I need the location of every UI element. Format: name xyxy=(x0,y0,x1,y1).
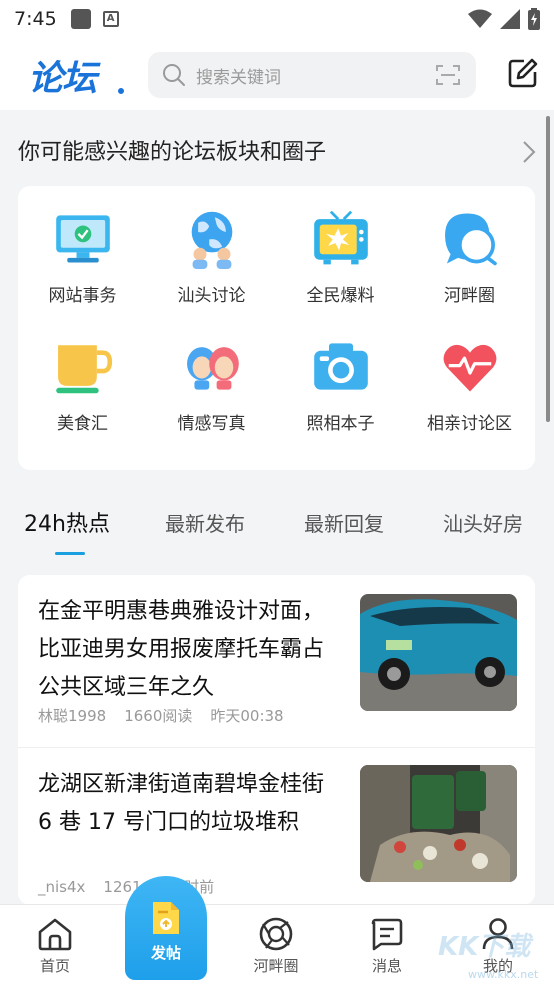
category-item[interactable]: 网站事务 xyxy=(18,186,147,306)
nav-home[interactable]: 首页 xyxy=(15,917,95,976)
tab-hot[interactable]: 24h热点 xyxy=(24,506,110,538)
post-title: 龙湖区新津街道南碧埠金桂街 6 巷 17 号门口的垃圾堆积 xyxy=(38,772,325,835)
post-thumbnail xyxy=(360,594,517,711)
category-item[interactable]: 相亲讨论区 xyxy=(405,314,534,434)
tab-latest-reply[interactable]: 最新回复 xyxy=(304,508,384,537)
category-item[interactable]: 全民爆料 xyxy=(276,186,405,306)
wifi-icon xyxy=(468,9,492,28)
watermark: KK下载 xyxy=(438,932,531,962)
cup-icon xyxy=(55,345,112,394)
edit-post-icon[interactable] xyxy=(508,58,538,88)
new-post-label: 发帖 xyxy=(150,944,181,962)
category-label: 网站事务 xyxy=(48,286,117,306)
category-item[interactable]: 汕头讨论 xyxy=(147,186,276,306)
section-title: 你可能感兴趣的论坛板块和圈子 xyxy=(18,140,327,165)
nav-home-label: 首页 xyxy=(39,957,70,975)
nav-circle[interactable]: 河畔圈 xyxy=(236,917,316,976)
nav-circle-label: 河畔圈 xyxy=(253,957,299,975)
message-icon xyxy=(371,918,403,951)
tab-shantou-house[interactable]: 汕头好房 xyxy=(443,508,523,537)
signal-icon xyxy=(500,9,520,29)
nav-messages-label: 消息 xyxy=(371,957,402,975)
post-list: 在金平明惠巷典雅设计对面，比亚迪男女用报废摩托车霸占公共区域三年之久 林聪199… xyxy=(18,575,535,905)
heart-pulse-icon xyxy=(443,344,496,392)
scrollbar[interactable] xyxy=(546,116,550,422)
watermark-url: www.kkx.net xyxy=(468,968,539,981)
post-item[interactable]: 在金平明惠巷典雅设计对面，比亚迪男女用报废摩托车霸占公共区域三年之久 林聪199… xyxy=(18,575,535,748)
home-icon xyxy=(38,918,72,951)
keyboard-notification-icon: A xyxy=(102,11,119,27)
couple-icon xyxy=(186,347,239,390)
post-author: _nis4x xyxy=(38,878,86,896)
chat-bubble-icon xyxy=(444,213,497,266)
battery-icon xyxy=(528,8,540,30)
category-label: 全民爆料 xyxy=(306,286,375,306)
new-post-button[interactable]: 发帖 xyxy=(125,876,207,980)
post-title: 在金平明惠巷典雅设计对面，比亚迪男女用报废摩托车霸占公共区域三年之久 xyxy=(38,599,325,700)
camera-icon xyxy=(313,343,368,390)
app-header: 论坛 搜索关键词 xyxy=(0,38,554,110)
post-reads: 1660阅读 xyxy=(124,707,193,725)
post-meta: 林聪1998 1660阅读 昨天00:38 xyxy=(38,705,302,726)
category-label: 汕头讨论 xyxy=(177,286,246,306)
post-author: 林聪1998 xyxy=(38,707,107,725)
notification-icon xyxy=(70,9,91,29)
chevron-right-icon[interactable] xyxy=(522,140,536,164)
post-thumbnail xyxy=(360,765,517,882)
category-item[interactable]: 情感写真 xyxy=(147,314,276,434)
category-label: 情感写真 xyxy=(177,414,246,434)
status-bar: 7:45 A xyxy=(0,0,554,38)
category-label: 河畔圈 xyxy=(444,286,495,306)
forum-logo: 论坛 xyxy=(28,59,97,99)
category-label: 相亲讨论区 xyxy=(427,414,512,434)
nav-messages[interactable]: 消息 xyxy=(347,917,427,976)
post-time: 昨天00:38 xyxy=(210,707,284,725)
search-input[interactable]: 搜索关键词 xyxy=(148,52,476,98)
search-placeholder: 搜索关键词 xyxy=(196,67,281,88)
category-item[interactable]: 美食汇 xyxy=(18,314,147,434)
post-item[interactable]: 龙湖区新津街道南碧埠金桂街 6 巷 17 号门口的垃圾堆积 _nis4x 1261… xyxy=(18,748,535,905)
category-grid: 网站事务 汕头讨论 全民爆料 河畔圈 美食汇 情感写真 照相本子 相亲讨论区 xyxy=(18,186,535,470)
active-tab-indicator xyxy=(55,552,85,555)
globe-people-icon xyxy=(191,211,232,269)
category-item[interactable]: 河畔圈 xyxy=(405,186,534,306)
scan-icon[interactable] xyxy=(436,64,460,86)
feed-tabs: 24h热点 最新发布 最新回复 汕头好房 xyxy=(0,494,554,558)
category-label: 照相本子 xyxy=(306,414,375,434)
monitor-check-icon xyxy=(55,215,110,263)
tv-burst-icon xyxy=(313,210,368,265)
aperture-icon xyxy=(259,917,293,951)
category-item[interactable]: 照相本子 xyxy=(276,314,405,434)
tab-latest-post[interactable]: 最新发布 xyxy=(165,508,245,537)
status-time: 7:45 xyxy=(14,8,57,30)
search-icon xyxy=(163,64,185,86)
logo-badge-icon xyxy=(116,86,126,96)
category-label: 美食汇 xyxy=(57,414,108,434)
new-post-icon xyxy=(153,902,179,934)
